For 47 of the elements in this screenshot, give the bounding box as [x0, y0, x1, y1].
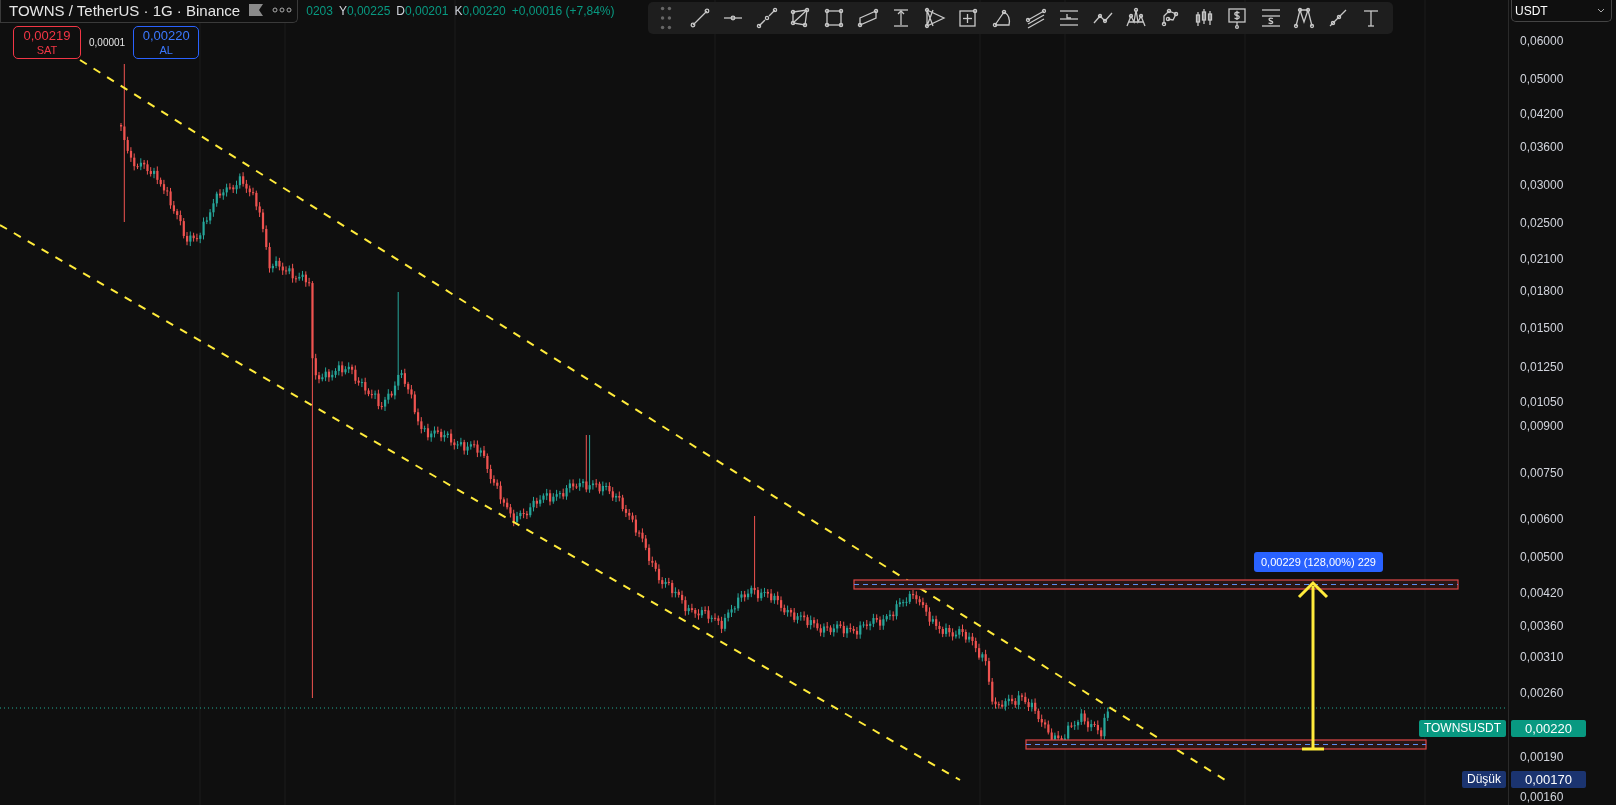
axis-tick-label: 0,00260	[1520, 686, 1564, 700]
axis-tick-label: 0,00900	[1520, 419, 1564, 433]
ohlc-label: K	[454, 4, 463, 18]
xabcd-icon[interactable]	[1292, 6, 1317, 30]
axis-tick-label: 0,01500	[1520, 321, 1564, 335]
ohlc-value: 0,00201	[405, 4, 449, 18]
symbol-title: TOWNS / TetherUS · 1G · Binance	[9, 1, 241, 19]
flag-icon[interactable]	[248, 3, 265, 17]
axis-tick-label: 0,00420	[1520, 586, 1564, 600]
info-line-icon[interactable]	[754, 6, 779, 30]
axis-tick-label: 0,00600	[1520, 512, 1564, 526]
axis-tick-label: 0,05000	[1520, 72, 1564, 86]
buy-button[interactable]: 0,00220 AL	[133, 26, 200, 59]
price-tag-value: 0,00220	[1511, 720, 1586, 737]
axis-tick-label: 0,02500	[1520, 216, 1564, 230]
ohlc-value: 0203	[306, 4, 333, 18]
chevron-down-icon	[1597, 8, 1605, 13]
axis-tick-label: 0,00310	[1520, 650, 1564, 664]
ohlc-label: Y	[338, 4, 347, 18]
ohlc-value: 0,00225	[346, 4, 391, 18]
spread-value: 0,00001	[89, 36, 126, 49]
axis-tick-label: 0,01250	[1520, 360, 1564, 374]
axis-tick-label: 0,00160	[1520, 790, 1564, 804]
axis-tick-label: 0,03600	[1520, 140, 1564, 154]
axis-tick-label: 0,02100	[1520, 252, 1564, 266]
price-change: +0,00016 (+7,84%)	[511, 4, 615, 18]
price-tag-name: Düşük	[1462, 771, 1506, 788]
axis-tick-label: 0,06000	[1520, 34, 1564, 48]
axis-tick-label: 0,03000	[1520, 178, 1564, 192]
parallelogram-icon[interactable]	[855, 6, 880, 30]
axis-tick-label: 0,01050	[1520, 395, 1564, 409]
ohlc-label: D	[396, 4, 405, 18]
price-tag-name: TOWNSUSDT	[1418, 720, 1506, 737]
pattern-icon[interactable]	[922, 6, 947, 30]
axis-tick-label: 0,00750	[1520, 466, 1564, 480]
axis-tick-label: 0,00360	[1520, 619, 1564, 633]
axis-tick-label: 0,04200	[1520, 107, 1564, 121]
axis-tick-label: 0,00500	[1520, 550, 1564, 564]
axis-tick-label: 0,01800	[1520, 284, 1564, 298]
ohlc-value: 0,00220	[462, 4, 506, 18]
axis-tick-label: 0,00190	[1520, 750, 1564, 764]
currency-select[interactable]: USDT	[1511, 0, 1612, 22]
sell-button[interactable]: 0,00219 SAT	[13, 26, 81, 59]
measure-label: 0,00229 (128,00%) 229	[1254, 552, 1383, 572]
fan-lines-icon[interactable]	[1023, 6, 1048, 30]
more-icon[interactable]	[272, 7, 293, 13]
price-tag-value: 0,00170	[1511, 771, 1586, 788]
